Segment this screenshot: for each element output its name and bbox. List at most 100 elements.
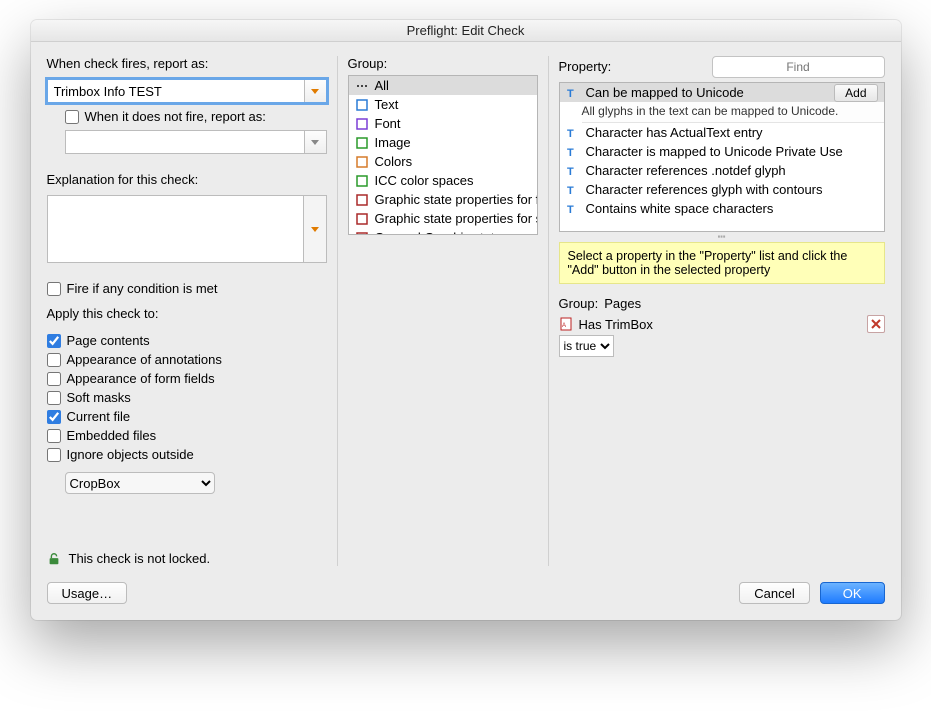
apply-item-5[interactable]: Embedded files [47,428,327,443]
apply-label-6: Ignore objects outside [67,447,194,462]
group-item-1[interactable]: Text [349,95,537,114]
group-item-label: Graphic state properties for stroke [375,211,537,226]
fires-combo-arrow[interactable] [304,80,326,102]
notfire-checkbox-input[interactable] [65,110,79,124]
condition-select[interactable]: is true [559,335,614,357]
group-item-7[interactable]: Graphic state properties for stroke [349,209,537,228]
text-icon: T [566,145,580,159]
remove-button[interactable] [867,315,885,333]
property-header: Property: [559,56,885,78]
explain-textarea[interactable] [47,195,305,263]
apply-label-4: Current file [67,409,131,424]
property-listbox[interactable]: TCan be mapped to UnicodeAddAll glyphs i… [559,82,885,232]
window-title: Preflight: Edit Check [31,20,901,42]
group-item-3[interactable]: Image [349,133,537,152]
group-item-5[interactable]: ICC color spaces [349,171,537,190]
property-item-label: Contains white space characters [586,201,774,216]
apply-label-2: Appearance of form fields [67,371,215,386]
fires-label: When check fires, report as: [47,56,327,71]
svg-text:T: T [567,185,574,196]
text-icon: T [566,202,580,216]
property-label: Property: [559,59,612,74]
apply-item-1[interactable]: Appearance of annotations [47,352,327,367]
property-item-4[interactable]: TCharacter references glyph with contour… [560,180,884,199]
group-icon-gstate [355,193,369,207]
apply-checkbox-4[interactable] [47,410,61,424]
unlock-icon [47,552,61,566]
divider-2 [548,56,549,566]
group-icon-image [355,136,369,150]
property-item-0[interactable]: TCan be mapped to UnicodeAdd [560,83,884,102]
preflight-edit-check-window: Preflight: Edit Check When check fires, … [31,20,901,620]
property-item-3[interactable]: TCharacter references .notdef glyph [560,161,884,180]
fires-combo[interactable] [47,79,327,103]
notfire-checkbox[interactable]: When it does not fire, report as: [65,109,327,124]
apply-item-2[interactable]: Appearance of form fields [47,371,327,386]
lock-row: This check is not locked. [47,545,327,566]
find-input[interactable] [712,56,885,78]
group-icon-icc [355,174,369,188]
apply-label: Apply this check to: [47,306,327,321]
apply-item-0[interactable]: Page contents [47,333,327,348]
group-item-label: Image [375,135,411,150]
ignore-select[interactable]: CropBox [65,472,215,494]
apply-item-3[interactable]: Soft masks [47,390,327,405]
apply-label-3: Soft masks [67,390,131,405]
notfire-combo-arrow[interactable] [304,131,326,153]
text-icon: T [566,164,580,178]
group-item-2[interactable]: Font [349,114,537,133]
detail-panel: Group: Pages A Has TrimBox is true [559,294,885,357]
group-icon-all [355,79,369,93]
group-item-4[interactable]: Colors [349,152,537,171]
apply-item-6[interactable]: Ignore objects outside [47,447,327,462]
group-column: Group: All Text Font Image Colors ICC color s… [348,56,538,566]
fireany-checkbox-input[interactable] [47,282,61,296]
detail-group-value: Pages [604,296,641,311]
apply-checkbox-1[interactable] [47,353,61,367]
svg-text:A: A [562,323,566,329]
apply-item-4[interactable]: Current file [47,409,327,424]
apply-checkbox-0[interactable] [47,334,61,348]
pdf-icon: A [559,317,573,331]
usage-button[interactable]: Usage… [47,582,128,604]
group-item-label: ICC color spaces [375,173,474,188]
detail-prop-row: A Has TrimBox [559,313,885,335]
group-item-6[interactable]: Graphic state properties for fill [349,190,537,209]
property-item-label: Character has ActualText entry [586,125,763,140]
right-column: Property: TCan be mapped to UnicodeAddAl… [559,56,885,566]
group-item-label: Colors [375,154,413,169]
group-label: Group: [348,56,538,71]
svg-text:T: T [567,88,574,99]
fireany-label: Fire if any condition is met [67,281,218,296]
apply-checkbox-2[interactable] [47,372,61,386]
group-listbox[interactable]: All Text Font Image Colors ICC color spaces Gr… [348,75,538,235]
group-item-label: Text [375,97,399,112]
fires-input[interactable] [48,84,304,99]
group-icon-text [355,98,369,112]
notfire-combo[interactable] [65,130,327,154]
group-icon-gstate [355,231,369,236]
apply-label-1: Appearance of annotations [67,352,222,367]
group-item-8[interactable]: General Graphic state properties [349,228,537,235]
property-item-label: Character is mapped to Unicode Private U… [586,144,843,159]
ok-button[interactable]: OK [820,582,885,604]
text-icon: T [566,86,580,100]
add-button[interactable]: Add [834,84,877,102]
notfire-input[interactable] [66,135,304,150]
detail-prop-value: Has TrimBox [579,317,653,332]
apply-checkbox-5[interactable] [47,429,61,443]
group-item-label: All [375,78,389,93]
property-item-5[interactable]: T Contains white space characters [560,199,884,218]
group-item-0[interactable]: All [349,76,537,95]
left-column: When check fires, report as: When it doe… [47,56,327,566]
detail-group-label: Group: [559,296,599,311]
apply-checkbox-3[interactable] [47,391,61,405]
explain-arrow[interactable] [304,195,326,263]
fireany-checkbox[interactable]: Fire if any condition is met [47,281,327,296]
splitter-grip[interactable]: ┅ [559,232,885,242]
hint-bar: Select a property in the "Property" list… [559,242,885,284]
property-item-2[interactable]: T Character is mapped to Unicode Private … [560,142,884,161]
apply-checkbox-6[interactable] [47,448,61,462]
cancel-button[interactable]: Cancel [739,582,809,604]
property-item-1[interactable]: TCharacter has ActualText entry [560,123,884,142]
